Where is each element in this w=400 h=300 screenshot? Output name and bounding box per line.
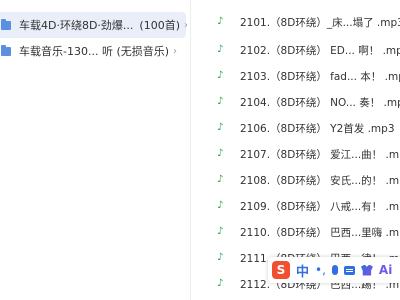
folder-icon: [1, 18, 11, 30]
file-row[interactable]: ♪ 2106.（8D环绕） Y2首发 .mp3: [191, 116, 400, 140]
music-note-icon: ♪: [217, 16, 224, 27]
music-note-icon: ♪: [217, 148, 224, 159]
file-name: 2106.（8D环绕） Y2首发 .mp3: [240, 122, 395, 135]
file-name: 2103.（8D环绕） fad... 本！ .mp3: [240, 70, 400, 83]
ime-language-toggle[interactable]: 中: [296, 261, 309, 280]
file-row[interactable]: ♪ 2107.（8D环绕） 爱江...曲！ .mp3: [191, 142, 400, 166]
file-row[interactable]: ♪ 2104.（8D环绕） NO... 奏！ .mp3: [191, 90, 400, 114]
file-name: 2102.（8D环绕） ED... 啊！ .mp3: [240, 44, 400, 57]
music-note-icon: ♪: [217, 200, 224, 211]
music-note-icon: ♪: [217, 44, 224, 55]
file-name: 2109.（8D环绕） 八戒...有！ .mp3: [240, 200, 400, 213]
file-name: 2107.（8D环绕） 爱江...曲！ .mp3: [240, 148, 400, 161]
file-row[interactable]: ♪ 2101.（8D环绕）_床...塌了 .mp3: [191, 10, 400, 34]
chevron-right-icon[interactable]: ›: [169, 46, 181, 57]
folder-icon: [1, 44, 11, 56]
folder-label: 车载4D·环绕8D·劲爆...: [19, 19, 134, 32]
music-note-icon: ♪: [217, 96, 224, 107]
sogou-logo-icon[interactable]: S: [272, 261, 290, 279]
file-row[interactable]: ♪ 2103.（8D环绕） fad... 本！ .mp3: [191, 64, 400, 88]
music-note-icon: ♪: [217, 122, 224, 133]
folder-label: 车载音乐-130... 听 (无损音乐): [19, 45, 170, 58]
music-note-icon: ♪: [217, 174, 224, 185]
keyboard-icon[interactable]: [343, 265, 355, 275]
file-name: 2110.（8D环绕） 巴西...里嗨 .mp3: [240, 226, 400, 239]
music-note-icon: ♪: [217, 226, 224, 237]
file-row[interactable]: ♪ 2110.（8D环绕） 巴西...里嗨 .mp3: [191, 220, 400, 244]
folder-item-lossless[interactable]: 车载音乐-130... 听 (无损音乐) ›: [0, 38, 186, 64]
music-note-icon: ♪: [217, 252, 224, 263]
folder-count: (100首): [139, 19, 181, 32]
folder-list-panel: 车载4D·环绕8D·劲爆... (100首) › 车载音乐-130... 听 (…: [0, 0, 191, 300]
file-row[interactable]: ♪ 2108.（8D环绕） 安氏...的！ .mp3: [191, 168, 400, 192]
music-note-icon: ♪: [217, 278, 224, 289]
file-row[interactable]: ♪ 2109.（8D环绕） 八戒...有！ .mp3: [191, 194, 400, 218]
file-name: 2104.（8D环绕） NO... 奏！ .mp3: [240, 96, 400, 109]
skin-shirt-icon[interactable]: [360, 264, 373, 276]
file-name: 2108.（8D环绕） 安氏...的！ .mp3: [240, 174, 400, 187]
microphone-icon[interactable]: [331, 265, 338, 275]
file-row[interactable]: ♪ 2102.（8D环绕） ED... 啊！ .mp3: [191, 38, 400, 62]
file-name: 2101.（8D环绕）_床...塌了 .mp3: [240, 16, 400, 29]
ime-punctuation-toggle[interactable]: •,: [315, 264, 326, 276]
ime-toolbar[interactable]: S 中 •, Ai: [268, 257, 400, 283]
music-note-icon: ♪: [217, 70, 224, 81]
file-list-panel: ♪ 2101.（8D环绕）_床...塌了 .mp3 ♪ 2102.（8D环绕） …: [191, 0, 400, 300]
ai-assistant-button[interactable]: Ai: [379, 263, 392, 277]
folder-item-4d-8d[interactable]: 车载4D·环绕8D·劲爆... (100首) ›: [0, 12, 188, 38]
